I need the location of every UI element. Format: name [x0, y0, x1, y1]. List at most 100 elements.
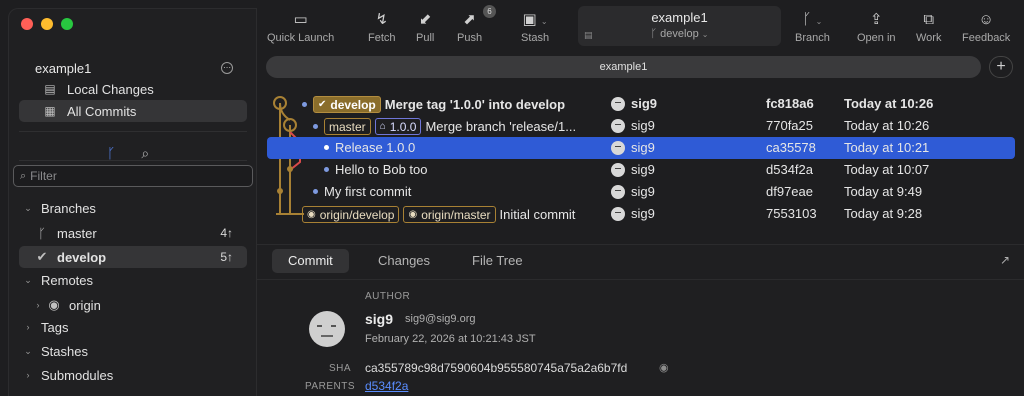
section-tags[interactable]: › Tags	[19, 316, 247, 338]
commit-author: sig9	[611, 206, 655, 221]
commit-message: Release 1.0.0	[335, 140, 416, 155]
open-in-button[interactable]: ⇪ Open in	[857, 10, 896, 44]
commit-row[interactable]: master ⌂ 1.0.0 Merge branch 'release/1... si…	[267, 115, 1015, 137]
push-button[interactable]: ⬈ Push 6	[457, 5, 496, 44]
chevron-right-icon: ›	[36, 300, 40, 310]
author-name: sig9	[631, 162, 655, 177]
chevron-down-icon: ⌄	[24, 345, 32, 356]
author-avatar	[309, 311, 345, 347]
author-date: February 22, 2026 at 10:21:43 JST	[365, 333, 536, 345]
commit-author: sig9	[611, 184, 655, 199]
chevron-down-icon: ⌄	[24, 274, 32, 285]
repo-menu-icon[interactable]: ⋯	[221, 62, 233, 74]
nav-local-changes[interactable]: ▤ Local Changes	[19, 78, 247, 100]
push-label: Push	[457, 32, 483, 44]
commit-date: Today at 10:26	[844, 118, 930, 133]
author-name: sig9	[631, 118, 655, 133]
branch-develop[interactable]: ✔ develop 5↑	[19, 246, 247, 268]
section-branches-label: Branches	[41, 200, 96, 216]
minimize-window-button[interactable]	[41, 18, 53, 30]
branch-ref[interactable]: ✔ develop	[313, 96, 381, 113]
author-name: sig9	[631, 96, 658, 111]
section-stashes-label: Stashes	[41, 343, 88, 359]
branch-name: master	[57, 225, 97, 241]
commit-row[interactable]: ✔ develop Merge tag '1.0.0' into develop si…	[267, 93, 1015, 115]
commit-dot	[313, 124, 318, 129]
commit-author: sig9	[611, 140, 655, 155]
feedback-label: Feedback	[962, 32, 1011, 44]
tab-changes[interactable]: Changes	[362, 249, 446, 273]
avatar	[611, 162, 625, 177]
commit-row[interactable]: My first commit sig9 df97eae Today at 9:49	[267, 181, 1015, 203]
branch-ref[interactable]: master	[324, 118, 371, 135]
chevron-down-icon: ⌄	[701, 30, 709, 39]
smiley-icon: ☺	[978, 11, 994, 28]
section-tags-label: Tags	[41, 319, 69, 335]
commit-sha: fc818a6	[766, 96, 814, 111]
stash-button[interactable]: ▣ ⌄ Stash	[521, 10, 549, 44]
fetch-icon: ↯	[375, 11, 389, 28]
branch-icon: ᚴ ⌄	[802, 11, 823, 28]
nav-local-changes-label: Local Changes	[67, 81, 154, 97]
section-remotes-label: Remotes	[41, 272, 94, 288]
author-name: sig9	[631, 206, 655, 221]
repo-branch-selector[interactable]: ▤ example1 ᚴ develop ⌄	[578, 6, 781, 46]
ahead-count: 4↑	[220, 226, 233, 240]
tab-commit[interactable]: Commit	[272, 249, 349, 273]
avatar	[611, 96, 625, 111]
sha-value[interactable]: ca355789c98d7590604b955580745a75a2a6b7fd	[365, 361, 627, 375]
close-window-button[interactable]	[21, 18, 33, 30]
feedback-button[interactable]: ☺ Feedback	[962, 10, 1010, 44]
branch-button[interactable]: ᚴ ⌄ Branch	[795, 10, 830, 44]
pull-button[interactable]: ⬋ Pull	[416, 10, 434, 44]
ref-label: develop	[330, 97, 376, 112]
github-icon[interactable]: ◉	[659, 361, 669, 374]
author-label: AUTHOR	[365, 291, 411, 302]
section-branches[interactable]: ⌄ Branches	[19, 197, 247, 219]
zoom-window-button[interactable]	[61, 18, 73, 30]
pull-icon: ⬋	[418, 11, 432, 28]
avatar	[611, 184, 625, 199]
sidebar: example1 ⋯ ▤ Local Changes ▦ All Commits…	[8, 8, 257, 396]
commit-dot	[302, 102, 307, 107]
file-icon: ▤	[44, 82, 56, 96]
fetch-button[interactable]: ↯ Fetch	[368, 10, 396, 44]
remote-origin[interactable]: › ◉ origin	[19, 294, 247, 316]
ref-label: origin/develop	[319, 207, 395, 222]
toolbar: ▭ Quick Launch ↯ Fetch ⬋ Pull ⬈ Push 6 ▣…	[257, 0, 1024, 52]
commit-message: Merge branch 'release/1...	[425, 119, 577, 134]
tag-ref[interactable]: ⌂ 1.0.0	[374, 118, 422, 135]
add-tab-button[interactable]: +	[989, 56, 1013, 78]
branch-master[interactable]: ᚴ master 4↑	[19, 222, 247, 244]
archive-icon: ▦	[44, 104, 56, 118]
commit-date: Today at 10:21	[844, 140, 930, 155]
repo-tab[interactable]: example1	[266, 56, 981, 78]
remote-branch-ref[interactable]: ◉ origin/master	[403, 206, 496, 223]
section-remotes[interactable]: ⌄ Remotes	[19, 269, 247, 291]
quick-launch-button[interactable]: ▭ Quick Launch	[267, 10, 334, 44]
commit-sha: df97eae	[766, 184, 813, 199]
commit-message-cell: master ⌂ 1.0.0 Merge branch 'release/1...	[313, 118, 576, 135]
work-button[interactable]: ⧉ Work	[916, 10, 941, 44]
commit-date: Today at 9:49	[844, 184, 923, 199]
tab-file-tree[interactable]: File Tree	[456, 249, 539, 273]
commit-message-cell: Hello to Bob too	[324, 162, 428, 177]
external-link-icon[interactable]: ↗	[1000, 253, 1010, 267]
commit-row[interactable]: ◉ origin/develop ◉ origin/master Initial com…	[267, 203, 1015, 225]
commit-row[interactable]: Hello to Bob too sig9 d534f2a Today at 10:0…	[267, 159, 1015, 181]
commit-date: Today at 9:28	[844, 206, 923, 221]
ahead-count: 5↑	[220, 250, 233, 264]
pull-label: Pull	[416, 32, 435, 44]
nav-all-commits[interactable]: ▦ All Commits	[19, 100, 247, 122]
filter-input[interactable]	[30, 169, 231, 183]
commit-message-cell: My first commit	[313, 184, 411, 199]
parent-commit-link[interactable]: d534f2a	[365, 379, 408, 393]
section-submodules[interactable]: › Submodules	[19, 364, 247, 386]
filter-field[interactable]: ⌕	[13, 165, 253, 187]
section-stashes[interactable]: ⌄ Stashes	[19, 340, 247, 362]
commit-row[interactable]: Release 1.0.0 sig9 ca35578 Today at 10:21	[267, 137, 1015, 159]
folder-icon: ▭	[293, 11, 308, 28]
github-icon: ◉	[408, 209, 418, 220]
remote-branch-ref[interactable]: ◉ origin/develop	[302, 206, 400, 223]
commit-dot	[324, 145, 329, 150]
